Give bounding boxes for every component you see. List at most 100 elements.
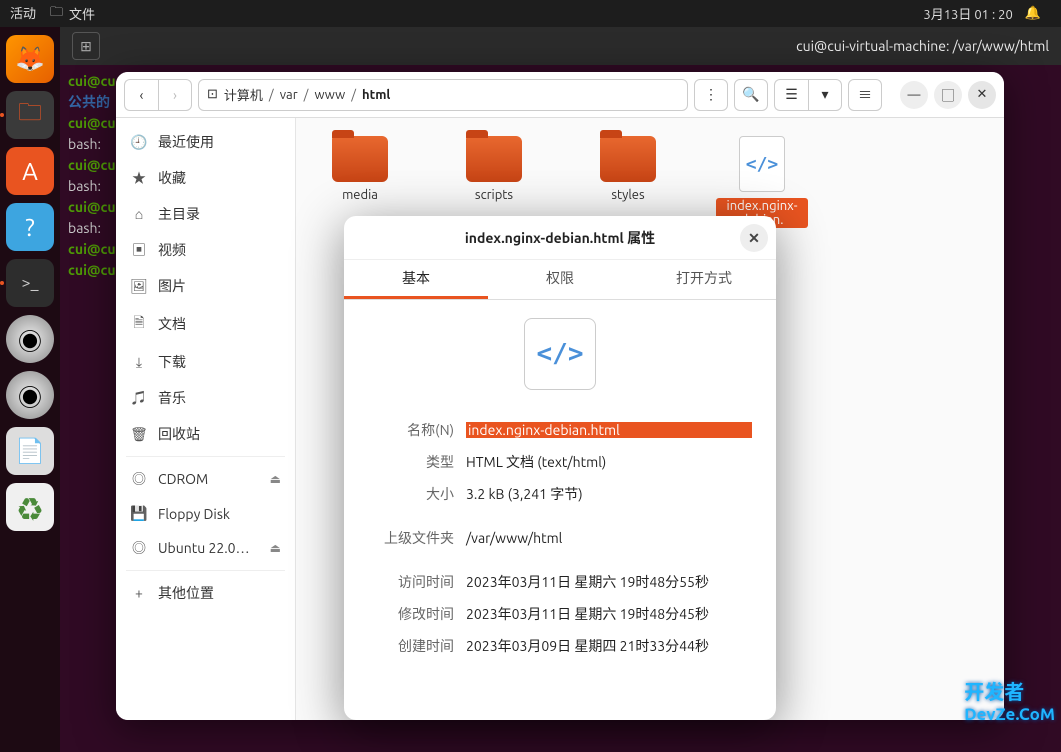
dock-files[interactable]: 🗀: [6, 91, 54, 139]
sidebar-item[interactable]: ▣视频: [116, 232, 295, 268]
file-item[interactable]: media: [314, 136, 406, 202]
sidebar-item[interactable]: 🖼 图片: [116, 268, 295, 304]
top-panel: 活动 🗀 文件 3月13日 01 : 20 🔔: [0, 0, 1061, 27]
dock: 🦊 🗀 A ? >_ ◉ ◉ 📄 ♻: [0, 27, 60, 752]
dialog-body: </> 名称(N) index.nginx-debian.html 类型 HTM…: [344, 300, 776, 720]
value-size: 3.2 kB (3,241 字节): [466, 484, 752, 504]
sidebar-label: 文档: [158, 314, 186, 334]
dock-terminal[interactable]: >_: [6, 259, 54, 307]
path-segment[interactable]: var: [280, 88, 298, 102]
html-file-icon: </>: [739, 136, 785, 192]
sidebar-icon: ⌂: [130, 206, 148, 222]
dock-disc-1[interactable]: ◉: [6, 315, 54, 363]
tab-open-with[interactable]: 打开方式: [632, 260, 776, 299]
sidebar-label: 音乐: [158, 388, 186, 408]
forward-button[interactable]: ›: [158, 79, 192, 111]
sidebar-label: 收藏: [158, 168, 186, 188]
new-tab-button[interactable]: ⊞: [72, 32, 100, 60]
label-type: 类型: [368, 452, 454, 472]
dock-trash[interactable]: ♻: [6, 483, 54, 531]
sidebar-label: Ubuntu 22.0…: [158, 540, 250, 556]
sidebar-label: 回收站: [158, 424, 200, 444]
sidebar-item[interactable]: ★ 收藏: [116, 160, 295, 196]
sidebar-label: Floppy Disk: [158, 506, 230, 522]
sidebar-icon: ◎: [130, 538, 148, 558]
back-button[interactable]: ‹: [124, 79, 158, 111]
file-label: media: [314, 188, 406, 202]
sidebar-icon: 🖼: [130, 278, 148, 295]
terminal-line: bash:: [68, 178, 101, 194]
terminal-line: cui@cu: [68, 199, 116, 215]
terminal-titlebar[interactable]: ⊞ cui@cui-virtual-machine: /var/www/html: [60, 27, 1061, 65]
value-type: HTML 文档 (text/html): [466, 452, 752, 472]
eject-icon[interactable]: ⏏: [270, 472, 281, 486]
sidebar-item[interactable]: 🗑 回收站: [116, 416, 295, 452]
folder-icon: [466, 136, 522, 182]
maximize-button[interactable]: ▢: [934, 81, 962, 109]
sidebar-item[interactable]: 💾 Floppy Disk: [116, 497, 295, 530]
sidebar-icon: ♫: [130, 388, 148, 408]
dock-software[interactable]: A: [6, 147, 54, 195]
eject-icon[interactable]: ⏏: [270, 541, 281, 555]
sidebar-item[interactable]: ⤓下载: [116, 344, 295, 380]
file-type-icon[interactable]: </>: [524, 318, 596, 390]
sidebar-icon: 💾: [130, 505, 148, 522]
app-menu[interactable]: 🗀 文件: [50, 3, 95, 25]
sidebar-item[interactable]: + 其他位置: [116, 575, 295, 611]
sidebar-icon: ⤓: [130, 354, 148, 371]
path-segment[interactable]: www: [314, 88, 345, 102]
dialog-titlebar[interactable]: index.nginx-debian.html 属性 ✕: [344, 216, 776, 260]
sidebar-icon: 🕘: [130, 134, 148, 151]
value-mtime: 2023年03月11日 星期六 19时48分45秒: [466, 604, 752, 624]
sidebar-item[interactable]: ♫ 音乐: [116, 380, 295, 416]
view-options-button[interactable]: ▾: [808, 79, 842, 111]
sidebar-label: 图片: [158, 276, 186, 296]
sidebar-label: 主目录: [158, 204, 200, 224]
tab-basic[interactable]: 基本: [344, 260, 488, 299]
terminal-line: cui@cu: [68, 115, 116, 131]
notification-icon[interactable]: 🔔: [1025, 6, 1041, 21]
sidebar-label: 最近使用: [158, 132, 214, 152]
dock-disc-2[interactable]: ◉: [6, 371, 54, 419]
dialog-title: index.nginx-debian.html 属性: [465, 228, 655, 248]
clock[interactable]: 3月13日 01 : 20: [923, 4, 1012, 23]
label-size: 大小: [368, 484, 454, 504]
view-toggle-button[interactable]: ☰: [774, 79, 808, 111]
path-bar[interactable]: ⊡ 计算机 / var / www / html: [198, 79, 688, 111]
file-manager-header: ‹ › ⊡ 计算机 / var / www / html ⋮ 🔍 ☰ ▾ ≡ —…: [116, 72, 1004, 118]
dock-help[interactable]: ?: [6, 203, 54, 251]
folder-icon: [332, 136, 388, 182]
sidebar-item[interactable]: ◎CDROM⏏: [116, 461, 295, 497]
sidebar-icon: 🗑: [130, 426, 148, 443]
sidebar-icon: +: [130, 585, 148, 601]
minimize-button[interactable]: —: [900, 81, 928, 109]
file-item[interactable]: </>index.nginx-debian.: [716, 136, 808, 228]
sidebar-label: 视频: [158, 240, 186, 260]
close-button[interactable]: ✕: [968, 81, 996, 109]
sidebar-icon: ★: [130, 168, 148, 188]
sidebar-item[interactable]: 🗎 文档: [116, 304, 295, 344]
activities-button[interactable]: 活动: [10, 3, 36, 25]
sidebar-item[interactable]: 🕘 最近使用: [116, 124, 295, 160]
value-parent: /var/www/html: [466, 530, 752, 546]
dock-text-editor[interactable]: 📄: [6, 427, 54, 475]
sidebar-label: CDROM: [158, 471, 208, 487]
dialog-close-button[interactable]: ✕: [740, 224, 768, 252]
sidebar-icon: 🗎: [130, 312, 148, 336]
path-menu-button[interactable]: ⋮: [694, 79, 728, 111]
path-current[interactable]: html: [362, 88, 390, 102]
file-item[interactable]: scripts: [448, 136, 540, 202]
tab-permissions[interactable]: 权限: [488, 260, 632, 299]
sidebar-item[interactable]: ◎ Ubuntu 22.0… ⏏: [116, 530, 295, 566]
terminal-title: cui@cui-virtual-machine: /var/www/html: [796, 38, 1049, 54]
sidebar-label: 其他位置: [158, 583, 214, 603]
file-item[interactable]: styles: [582, 136, 674, 202]
hamburger-menu-button[interactable]: ≡: [848, 79, 882, 111]
path-root[interactable]: 计算机: [224, 85, 263, 104]
sidebar-item[interactable]: ⌂ 主目录: [116, 196, 295, 232]
file-label: scripts: [448, 188, 540, 202]
search-button[interactable]: 🔍: [734, 79, 768, 111]
folder-icon: [600, 136, 656, 182]
dock-firefox[interactable]: 🦊: [6, 35, 54, 83]
value-name[interactable]: index.nginx-debian.html: [466, 422, 752, 438]
